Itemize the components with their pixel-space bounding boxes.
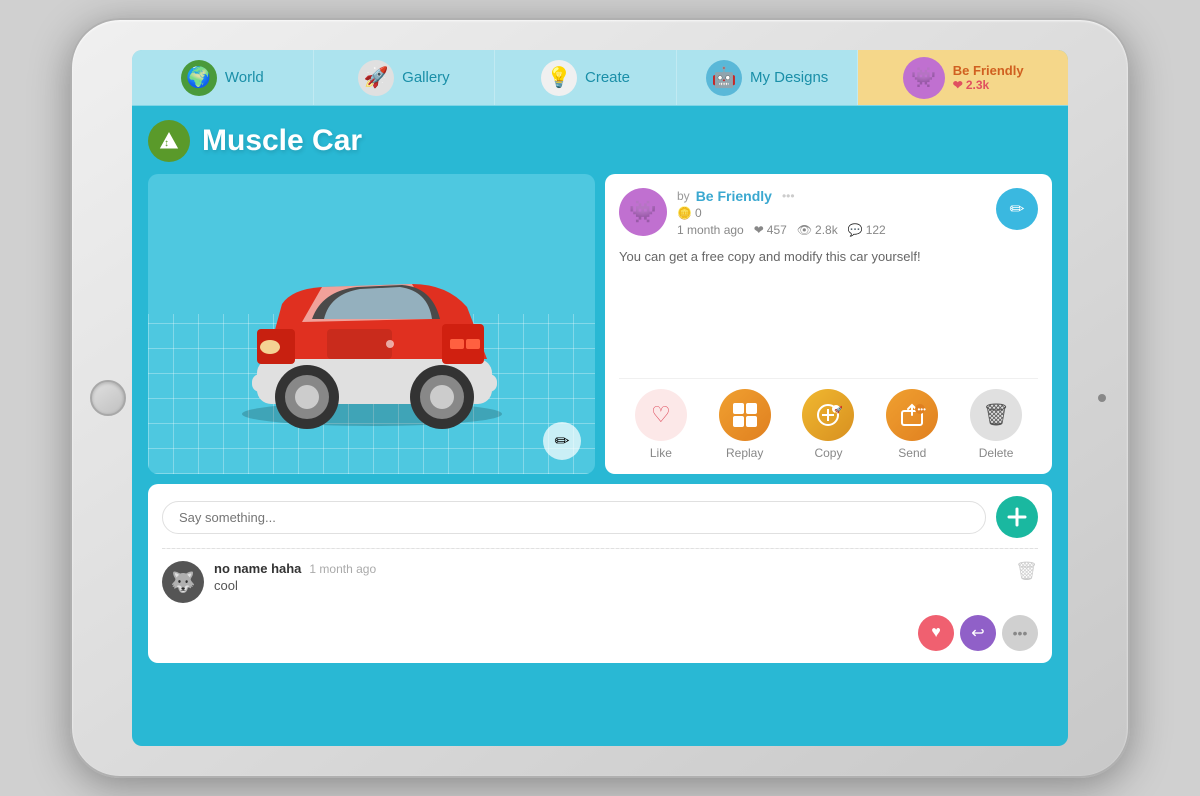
comments-count: 122 xyxy=(866,223,886,237)
action-buttons: ♡ Like xyxy=(619,378,1038,460)
replay-label: Replay xyxy=(726,446,763,460)
views-stat: 👁 2.8k xyxy=(797,223,838,237)
delete-icon: 🗑 xyxy=(970,389,1022,441)
by-label: by xyxy=(677,189,690,203)
copy-action[interactable]: 🚀 Copy xyxy=(802,389,854,460)
replay-icon xyxy=(719,389,771,441)
comment-text: cool xyxy=(214,578,1005,593)
nav-create[interactable]: 💡 Create xyxy=(495,50,677,105)
dots-menu-author[interactable]: ••• xyxy=(782,189,795,203)
bottom-actions: ♥ ↩ ••• xyxy=(162,609,1038,651)
nav-gallery-label: Gallery xyxy=(402,69,450,86)
time-ago: 1 month ago xyxy=(677,223,744,237)
main-content: ↕ Muscle Car xyxy=(132,106,1068,746)
comment-row: 🐺 no name haha 1 month ago cool 🗑 xyxy=(162,555,1038,609)
likes-stat: ❤ 457 xyxy=(754,223,787,237)
nav-befriendly-info: Be Friendly ❤ 2.3k xyxy=(953,63,1024,92)
send-icon: ••• xyxy=(886,389,938,441)
nav-world[interactable]: 🌍 World xyxy=(132,50,314,105)
profile-icon: 👾 xyxy=(903,57,945,99)
likes-count: 2.3k xyxy=(966,78,989,92)
delete-action[interactable]: 🗑 Delete xyxy=(970,389,1022,460)
comment-author-name[interactable]: no name haha xyxy=(214,561,301,576)
replay-action[interactable]: Replay xyxy=(719,389,771,460)
views-count: 2.8k xyxy=(815,223,838,237)
page-header: ↕ Muscle Car xyxy=(148,120,1052,162)
camera xyxy=(1098,394,1106,402)
nav-mydesigns[interactable]: 🤖 My Designs xyxy=(677,50,859,105)
author-avatar: 👾 xyxy=(619,188,667,236)
screen: 🌍 World 🚀 Gallery 💡 Create 🤖 My Designs xyxy=(132,50,1068,746)
comment-delete-button[interactable]: 🗑 xyxy=(1015,561,1038,582)
comment-input[interactable] xyxy=(162,501,986,534)
svg-text:🚀: 🚀 xyxy=(834,405,842,414)
edit-pencil-button[interactable]: ✏ xyxy=(543,422,581,460)
page-header-icon: ↕ xyxy=(148,120,190,162)
car-svg-area xyxy=(148,184,595,474)
send-action[interactable]: ••• Send xyxy=(886,389,938,460)
car-preview: ✏ xyxy=(148,174,595,474)
comment-section: 🐺 no name haha 1 month ago cool 🗑 ♥ ↩ xyxy=(148,484,1052,663)
comment-author-line: no name haha 1 month ago xyxy=(214,561,1005,576)
send-label: Send xyxy=(898,446,926,460)
author-name[interactable]: Be Friendly xyxy=(696,188,772,204)
nav-create-label: Create xyxy=(585,69,630,86)
author-coins: 🪙 0 xyxy=(677,206,986,220)
car-svg xyxy=(202,219,542,439)
comment-divider xyxy=(162,548,1038,549)
create-icon: 💡 xyxy=(541,60,577,96)
like-icon: ♡ xyxy=(635,389,687,441)
coin-icon: 🪙 xyxy=(677,206,692,220)
svg-text:↕: ↕ xyxy=(164,138,169,149)
comment-more-button[interactable]: ••• xyxy=(1002,615,1038,651)
author-info: by Be Friendly ••• 🪙 0 1 month ago xyxy=(677,188,986,237)
comment-like-button[interactable]: ♥ xyxy=(918,615,954,651)
content-grid: ✏ 👾 by Be Friendly ••• xyxy=(148,174,1052,474)
nav-mydesigns-label: My Designs xyxy=(750,69,828,86)
heart-icon: ❤ xyxy=(754,223,764,237)
copy-icon: 🚀 xyxy=(802,389,854,441)
nav-befriendly[interactable]: 👾 Be Friendly ❤ 2.3k xyxy=(858,50,1068,105)
comment-icon: 💬 xyxy=(848,223,863,237)
page-title: Muscle Car xyxy=(202,124,362,158)
author-row: 👾 by Be Friendly ••• 🪙 0 xyxy=(619,188,1038,237)
likes-count-val: 457 xyxy=(767,223,787,237)
comment-avatar: 🐺 xyxy=(162,561,204,603)
nav-world-label: World xyxy=(225,69,264,86)
delete-label: Delete xyxy=(979,446,1014,460)
author-stats: 1 month ago ❤ 457 👁 2.8k xyxy=(677,223,986,237)
home-button[interactable] xyxy=(90,380,126,416)
nav-gallery[interactable]: 🚀 Gallery xyxy=(314,50,496,105)
comment-body: no name haha 1 month ago cool xyxy=(214,561,1005,593)
eye-icon: 👁 xyxy=(797,223,812,237)
coin-count: 0 xyxy=(695,206,702,220)
description: You can get a free copy and modify this … xyxy=(619,247,1038,378)
nav-bar: 🌍 World 🚀 Gallery 💡 Create 🤖 My Designs xyxy=(132,50,1068,106)
svg-text:•••: ••• xyxy=(918,405,927,414)
world-icon: 🌍 xyxy=(181,60,217,96)
comment-time: 1 month ago xyxy=(309,562,376,576)
like-action[interactable]: ♡ Like xyxy=(635,389,687,460)
comments-stat: 💬 122 xyxy=(848,223,886,237)
info-panel: 👾 by Be Friendly ••• 🪙 0 xyxy=(605,174,1052,474)
comment-reply-button[interactable]: ↩ xyxy=(960,615,996,651)
ipad-frame: 🌍 World 🚀 Gallery 💡 Create 🤖 My Designs xyxy=(70,18,1130,778)
gallery-icon: 🚀 xyxy=(358,60,394,96)
edit-button[interactable]: ✏ xyxy=(996,188,1038,230)
author-meta-top: by Be Friendly ••• xyxy=(677,188,986,204)
nav-befriendly-likes: ❤ 2.3k xyxy=(953,78,1024,92)
comment-submit-button[interactable] xyxy=(996,496,1038,538)
mydesigns-icon: 🤖 xyxy=(706,60,742,96)
comment-input-row xyxy=(162,496,1038,538)
copy-label: Copy xyxy=(814,446,842,460)
nav-befriendly-label: Be Friendly xyxy=(953,63,1024,78)
like-label: Like xyxy=(650,446,672,460)
